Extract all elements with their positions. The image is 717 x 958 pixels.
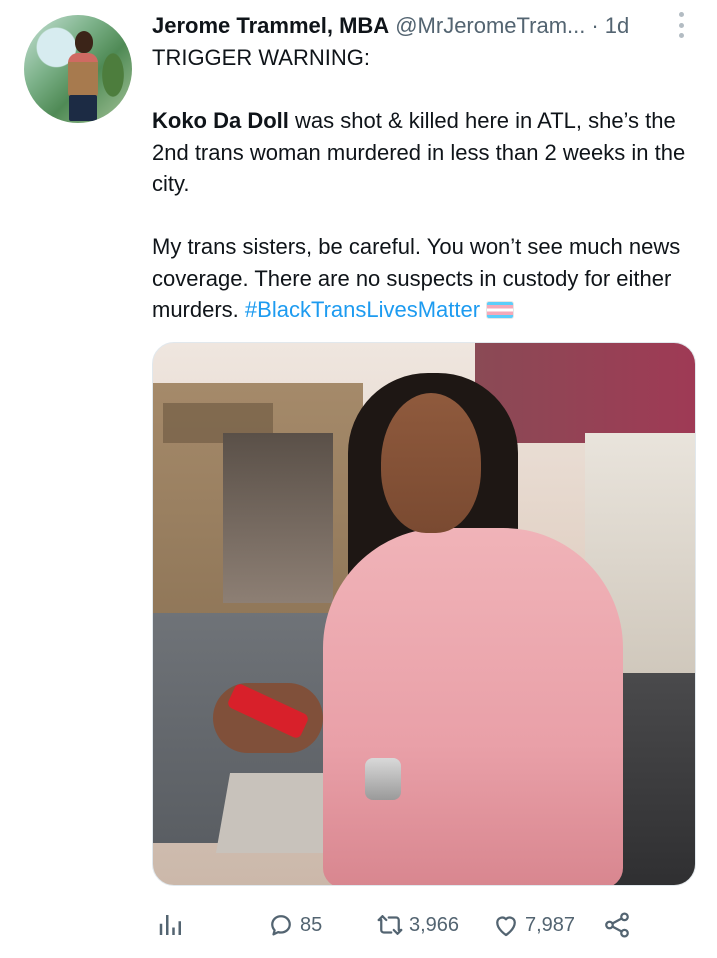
user-handle[interactable]: @MrJeromeTram... bbox=[395, 13, 585, 39]
photo-doorway bbox=[223, 433, 333, 603]
hashtag-link[interactable]: #BlackTransLivesMatter bbox=[245, 297, 480, 322]
tweet-actions: 85 3,966 7,987 bbox=[152, 905, 697, 945]
retweet-button[interactable]: 3,966 bbox=[375, 905, 459, 945]
tweet: Jerome Trammel, MBA @MrJeromeTram... · 1… bbox=[0, 0, 717, 958]
views-button[interactable] bbox=[156, 905, 186, 945]
separator-dot: · bbox=[591, 13, 599, 38]
timestamp[interactable]: 1d bbox=[605, 13, 629, 39]
avatar-person-legs bbox=[69, 95, 97, 121]
transgender-flag-icon bbox=[486, 301, 515, 319]
tweet-photo[interactable] bbox=[152, 342, 696, 886]
retweet-icon bbox=[377, 915, 403, 935]
avatar-person-head bbox=[75, 31, 93, 53]
analytics-icon bbox=[159, 915, 181, 935]
reply-icon bbox=[271, 915, 291, 936]
paragraph-1: Koko Da Doll was shot & killed here in A… bbox=[152, 105, 697, 200]
avatar[interactable] bbox=[24, 15, 132, 123]
share-icon bbox=[605, 912, 629, 938]
tweet-header: Jerome Trammel, MBA @MrJeromeTram... · 1… bbox=[152, 10, 629, 42]
reply-count: 85 bbox=[300, 913, 323, 936]
photo-watch bbox=[365, 758, 401, 800]
like-button[interactable]: 7,987 bbox=[491, 905, 575, 945]
share-button[interactable] bbox=[602, 905, 632, 945]
photo-subject-face bbox=[381, 393, 481, 533]
retweet-count: 3,966 bbox=[409, 913, 460, 936]
trigger-warning: TRIGGER WARNING: bbox=[152, 45, 370, 70]
paragraph-2: My trans sisters, be careful. You won’t … bbox=[152, 231, 697, 326]
like-count: 7,987 bbox=[525, 913, 576, 936]
reply-button[interactable]: 85 bbox=[266, 905, 322, 945]
heart-icon bbox=[496, 916, 516, 937]
more-options-icon[interactable] bbox=[674, 12, 688, 38]
victim-name: Koko Da Doll bbox=[152, 108, 289, 133]
photo-subject-hoodie bbox=[323, 528, 623, 885]
avatar-plant bbox=[98, 45, 128, 105]
tweet-text: TRIGGER WARNING: Koko Da Doll was shot &… bbox=[152, 42, 697, 326]
avatar-person-body bbox=[68, 53, 98, 97]
display-name[interactable]: Jerome Trammel, MBA bbox=[152, 13, 389, 39]
